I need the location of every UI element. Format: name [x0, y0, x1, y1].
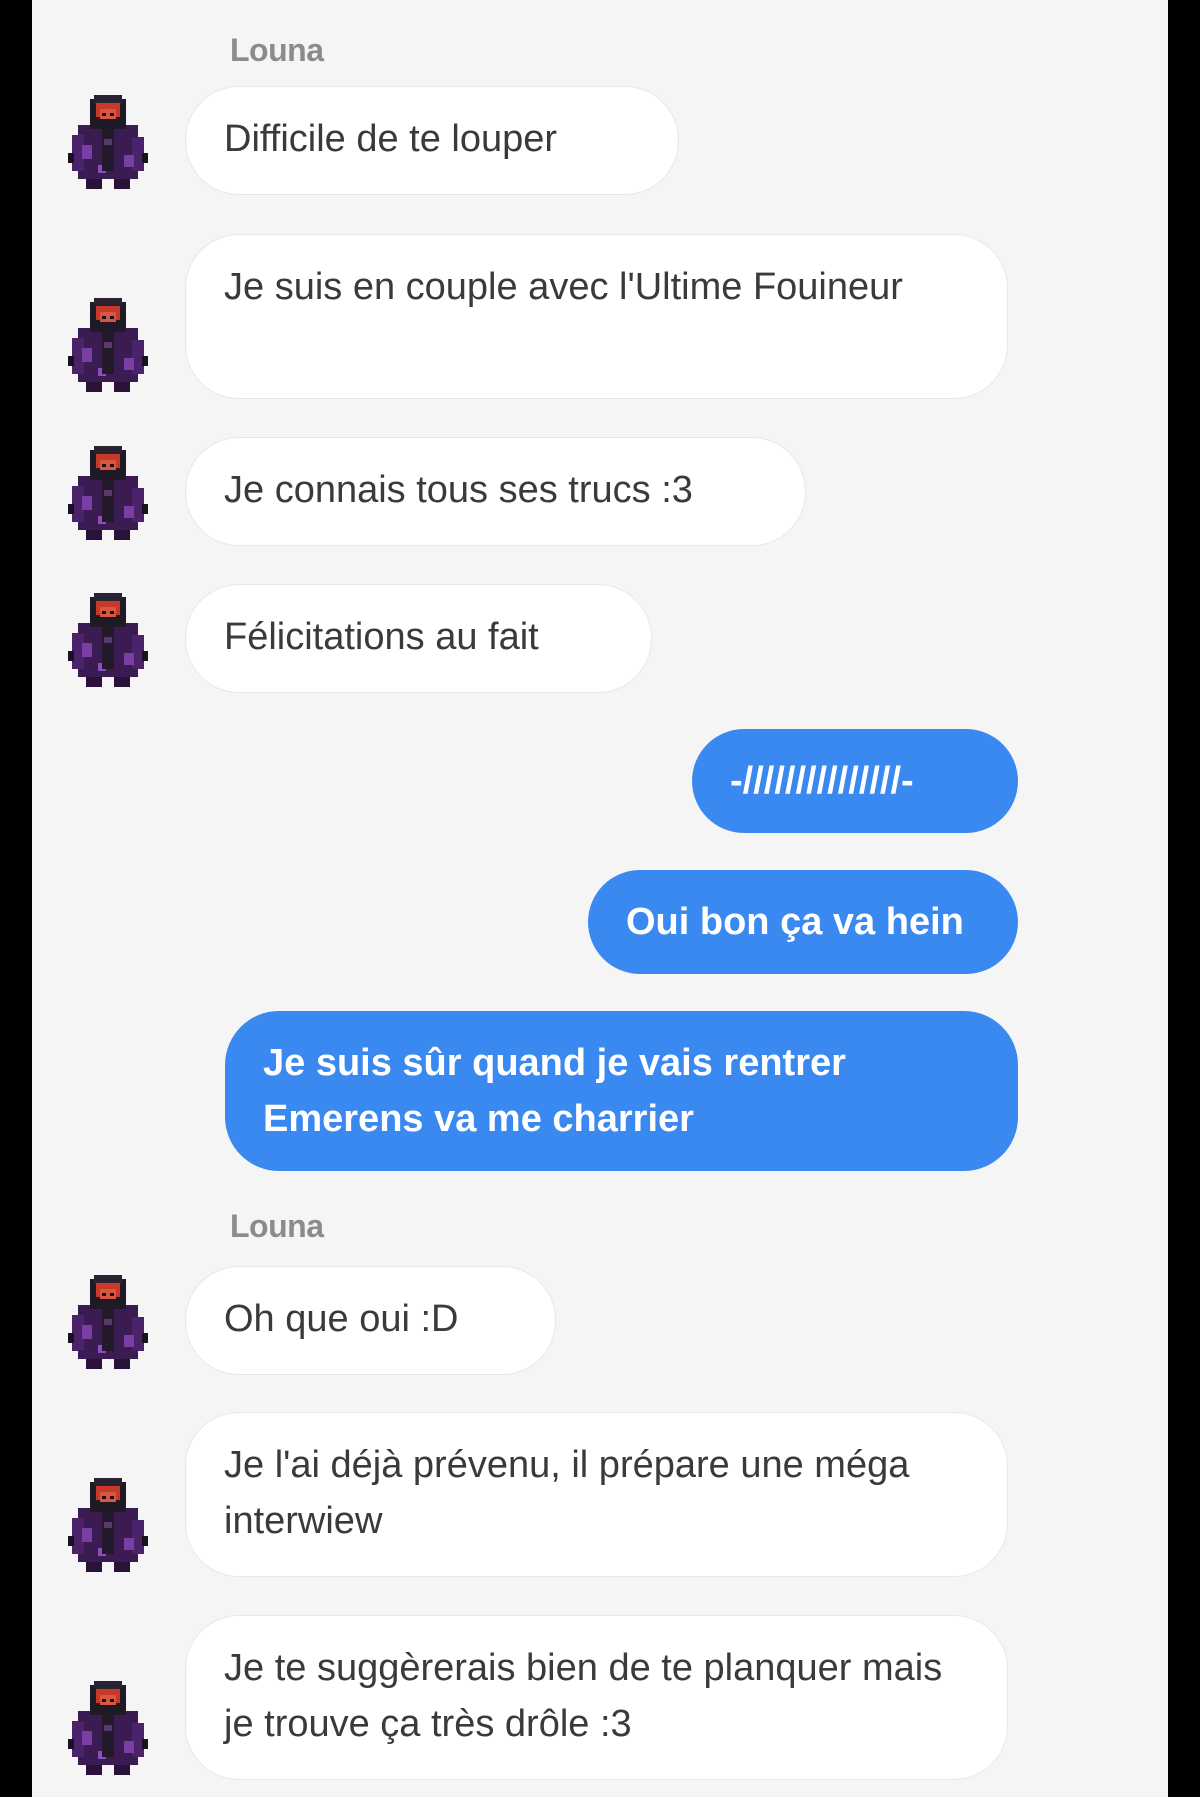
sender-name: Louna — [230, 32, 324, 68]
avatar-icon[interactable] — [68, 1681, 148, 1777]
message-bubble-incoming[interactable]: Difficile de te louper — [185, 86, 679, 195]
sender-name: Louna — [230, 1208, 324, 1244]
message-bubble-incoming[interactable]: Oh que oui :D — [185, 1266, 556, 1375]
chat-thread: Louna Difficile de te louper Je suis en … — [32, 0, 1168, 1797]
message-bubble-incoming[interactable]: Je connais tous ses trucs :3 — [185, 437, 806, 546]
message-bubble-outgoing[interactable]: Je suis sûr quand je vais rentrer Emeren… — [225, 1011, 1018, 1171]
avatar-icon[interactable] — [68, 1478, 148, 1574]
avatar-icon[interactable] — [68, 593, 148, 689]
avatar-icon[interactable] — [68, 95, 148, 191]
message-bubble-incoming[interactable]: Félicitations au fait — [185, 584, 652, 693]
message-bubble-incoming[interactable]: Je te suggèrerais bien de te planquer ma… — [185, 1615, 1008, 1780]
avatar-icon[interactable] — [68, 446, 148, 542]
message-bubble-outgoing[interactable]: -///////////////- — [692, 729, 1018, 833]
avatar-icon[interactable] — [68, 298, 148, 394]
message-bubble-incoming[interactable]: Je l'ai déjà prévenu, il prépare une még… — [185, 1412, 1008, 1577]
message-bubble-incoming[interactable]: Je suis en couple avec l'Ultime Fouineur — [185, 234, 1008, 399]
avatar-icon[interactable] — [68, 1275, 148, 1371]
message-bubble-outgoing[interactable]: Oui bon ça va hein — [588, 870, 1018, 974]
